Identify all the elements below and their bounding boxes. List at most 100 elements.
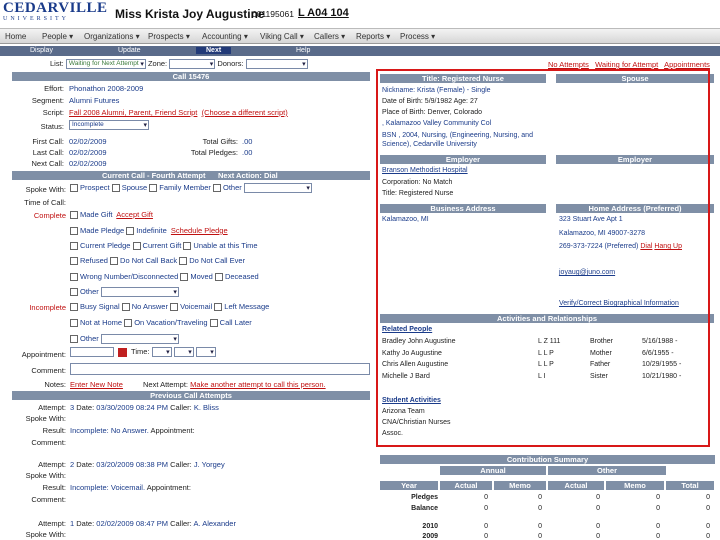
complete-row-5: Wrong Number/Disconnected Moved Deceased [70,272,259,282]
nav-process[interactable]: Process ▾ [400,32,435,41]
contrib-cell: 0 [484,523,488,530]
nav-people[interactable]: People ▾ [42,32,73,41]
nav-label: People [42,32,67,41]
chevron-down-icon: ▾ [386,32,391,41]
checkbox[interactable] [110,257,119,266]
opt-prospect: Prospect [80,183,110,192]
calendar-icon[interactable] [118,347,128,357]
contrib-cell: 0 [706,523,710,530]
previous-title: Previous Call Attempts [12,391,370,400]
enter-note-link[interactable]: Enter New Note [70,380,123,389]
waiting-link[interactable]: Waiting for Attempt [595,60,658,69]
caller-label: Caller: [170,460,194,469]
contrib-col-header: Year [380,481,438,490]
opt-other: Other [223,183,242,192]
opt-current-pledge: Current Pledge [80,241,131,250]
appointment-date-input[interactable] [70,347,114,358]
contrib-col-header: Memo [494,481,546,490]
last-call-label: Last Call: [32,148,64,157]
hour-select[interactable] [151,347,172,358]
checkbox[interactable] [70,211,78,220]
call-title: Call 15476 [12,72,370,81]
list-select[interactable]: Waiting for Next Attempt [65,59,146,70]
ampm-select[interactable] [195,347,216,358]
contrib-cell: 0 [706,533,710,540]
no-attempts-link[interactable]: No Attempts [548,60,589,69]
checkbox[interactable] [70,303,78,312]
nav-reports[interactable]: Reports ▾ [356,32,390,41]
checkbox[interactable] [121,303,130,312]
nav-callers[interactable]: Callers ▾ [314,32,345,41]
incomplete-row-3: Other [70,334,179,345]
comment-label: Comment: [31,438,66,447]
change-script-link[interactable]: (Choose a different script) [202,108,288,117]
checkbox[interactable] [111,184,120,193]
next-call-value: 02/02/2009 [69,159,107,168]
checkbox[interactable] [149,184,158,193]
checkbox[interactable] [214,303,223,312]
zone-select[interactable] [169,59,216,70]
checkbox[interactable] [70,335,78,344]
checkbox[interactable] [70,227,78,236]
status-select[interactable]: Incomplete [69,120,149,131]
subnav-update[interactable]: Update [118,47,141,54]
nav-organizations[interactable]: Organizations ▾ [84,32,140,41]
subnav-display[interactable]: Display [30,47,53,54]
contrib-col-header: Memo [606,481,664,490]
appointments-link[interactable]: Appointments [664,60,710,69]
chevron-down-icon: ▾ [431,32,436,41]
checkbox[interactable] [213,184,222,193]
next-attempt-link[interactable]: Make another attempt to call this person… [190,380,326,389]
contrib-cell: 0 [484,533,488,540]
attempt-label: Attempt: [38,403,66,412]
spoke-other-select[interactable] [243,183,312,194]
contrib-cell: 0 [656,523,660,530]
minute-select[interactable] [173,347,194,358]
nav-prospects[interactable]: Prospects ▾ [148,32,190,41]
donors-select[interactable] [245,59,308,70]
total-pledges-value: .00 [242,148,253,157]
checkbox[interactable] [70,319,78,328]
top-links: No Attempts Waiting for Attempt Appointm… [548,60,710,69]
contrib-other: Other [548,466,666,475]
complete-row-3: Current Pledge Current Gift Unable at th… [70,241,258,251]
university-logo[interactable]: CEDARVILLE UNIVERSITY [3,1,107,25]
chevron-down-icon: ▾ [185,32,190,41]
next-action: Next Action: Dial [218,171,278,180]
subnav-next[interactable]: Next [196,47,232,54]
checkbox[interactable] [209,319,218,328]
checkbox[interactable] [132,242,141,251]
checkbox[interactable] [183,242,192,251]
schedule-pledge-link[interactable]: Schedule Pledge [171,226,228,235]
nav-viking-call[interactable]: Viking Call ▾ [260,32,304,41]
script-link[interactable]: Fall 2008 Alumni, Parent, Friend Script [69,108,197,117]
accept-gift-link[interactable]: Accept Gift [116,210,153,219]
checkbox[interactable] [214,273,223,282]
subnav-help[interactable]: Help [296,47,310,54]
comment-input[interactable] [70,363,370,375]
nav-home[interactable]: Home [5,32,26,41]
notes-label: Notes: [44,380,66,389]
contrib-cell: 0 [656,505,660,512]
contrib-cell: 0 [484,494,488,501]
opt-moved: Moved [190,272,213,281]
checkbox[interactable] [170,303,179,312]
checkbox[interactable] [70,242,78,251]
opt-voicemail: Voicemail [180,302,213,311]
checkbox[interactable] [180,273,189,282]
result-label: Result: [42,426,66,435]
nav-accounting[interactable]: Accounting ▾ [202,32,248,41]
incomplete-other-select[interactable] [100,334,179,345]
chevron-down-icon: ▾ [341,32,346,41]
checkbox[interactable] [126,227,135,236]
checkbox[interactable] [179,257,188,266]
checkbox[interactable] [70,257,78,266]
checkbox[interactable] [70,273,78,282]
checkbox[interactable] [124,319,133,328]
person-code-link[interactable]: L A04 104 [298,7,349,19]
result-row: Incomplete: No Answer. Appointment: [70,426,195,435]
complete-other-select[interactable] [100,287,179,298]
checkbox[interactable] [70,288,78,297]
checkbox[interactable] [70,184,78,193]
contrib-annual: Annual [440,466,546,475]
